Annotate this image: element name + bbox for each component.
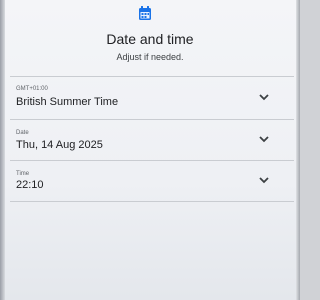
- time-label: Time: [16, 171, 30, 177]
- time-value: 22:10: [16, 179, 44, 191]
- chevron-down-icon: [259, 136, 269, 143]
- divider-bottom: [10, 201, 294, 202]
- time-dropdown[interactable]: Time 22:10: [10, 162, 294, 202]
- chevron-down-icon: [259, 94, 269, 101]
- setup-screen: Date and time Adjust if needed. GMT+01:0…: [0, 0, 300, 300]
- timezone-value: British Summer Time: [16, 96, 119, 108]
- chevron-down-icon: [259, 177, 269, 184]
- divider-2: [10, 160, 294, 161]
- date-value: Thu, 14 Aug 2025: [16, 139, 103, 151]
- divider-top: [10, 76, 294, 77]
- timezone-dropdown[interactable]: GMT+01:00 British Summer Time: [10, 79, 294, 119]
- page-subtitle: Adjust if needed.: [116, 52, 184, 62]
- timezone-offset-label: GMT+01:00: [16, 86, 48, 92]
- calendar-icon: [139, 6, 151, 20]
- date-label: Date: [16, 130, 29, 136]
- page-title: Date and time: [106, 31, 194, 47]
- divider-1: [10, 119, 294, 120]
- date-dropdown[interactable]: Date Thu, 14 Aug 2025: [10, 121, 294, 161]
